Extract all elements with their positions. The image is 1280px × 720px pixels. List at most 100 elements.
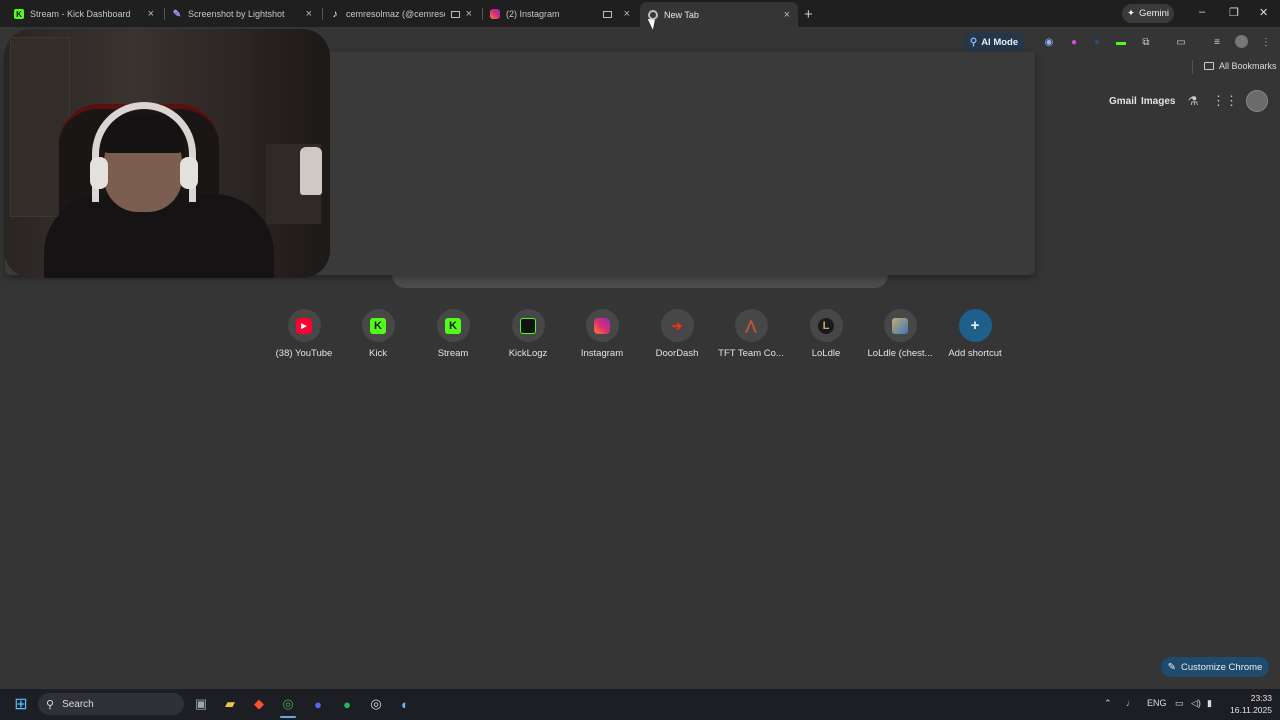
tab-title: Screenshot by Lightshot (188, 9, 285, 19)
close-icon[interactable]: × (784, 9, 790, 21)
all-bookmarks-button[interactable]: All Bookmarks (1204, 61, 1277, 71)
volume-icon[interactable]: ◁) (1191, 698, 1201, 709)
shortcut-label: KickLogz (508, 348, 548, 359)
shortcut-tile (511, 309, 545, 342)
shortcut-instagram[interactable]: Instagram (565, 309, 639, 359)
kick-icon: K (445, 317, 461, 334)
file-explorer-icon[interactable]: ▰ (219, 693, 241, 715)
close-icon[interactable]: × (148, 8, 154, 20)
shortcut-tile: + (958, 309, 992, 342)
clock-time: 23:33 (1250, 693, 1272, 703)
shortcut-tile: ➔ (660, 309, 694, 342)
active-app-indicator (280, 716, 296, 718)
instagram-icon (490, 9, 500, 19)
labs-icon[interactable]: ⚗ (1187, 94, 1199, 108)
windows-start-icon[interactable]: ⊞ (10, 693, 32, 715)
profile-avatar[interactable] (1235, 35, 1248, 48)
discord-icon[interactable]: ● (307, 693, 329, 715)
media-controls-icon[interactable]: ≡ (1211, 36, 1223, 48)
gemini-label: Gemini (1138, 8, 1170, 19)
extension-icon[interactable]: ▬ (1115, 36, 1127, 48)
close-window-button[interactable]: ✕ (1259, 6, 1268, 19)
language-indicator[interactable]: ENG (1147, 698, 1167, 708)
instagram-icon (594, 317, 610, 334)
apps-icon[interactable]: ⋮⋮ (1212, 93, 1238, 108)
shortcut-doordash[interactable]: ➔ DoorDash (640, 309, 714, 359)
shortcut-youtube[interactable]: ▶ (38) YouTube (267, 309, 341, 359)
bookmarks-label: All Bookmarks (1219, 61, 1277, 71)
close-icon[interactable]: × (466, 8, 472, 20)
tab-tiktok[interactable]: ♪ cemresolmaz (@cemresolm × (322, 3, 480, 25)
shortcut-loldle[interactable]: L LoLdle (789, 309, 863, 359)
shortcut-label: Add shortcut (948, 348, 1002, 359)
media-icon[interactable] (602, 10, 612, 18)
puzzle-icon[interactable]: ⧉ (1140, 36, 1152, 48)
taskbar-search[interactable]: ⚲ Search (38, 693, 184, 715)
close-icon[interactable]: × (624, 8, 630, 20)
customize-chrome-button[interactable]: ✎ Customize Chrome (1161, 657, 1269, 677)
system-clock[interactable]: 23:33 16.11.2025 (1222, 692, 1272, 716)
shortcut-label: TFT Team Co... (718, 348, 784, 359)
youtube-icon: ▶ (296, 317, 312, 334)
gemini-button[interactable]: ✦ Gemini (1122, 4, 1174, 23)
taskbar-search-label: Search (62, 698, 94, 710)
shortcut-kick[interactable]: K Kick (341, 309, 415, 359)
shortcut-tile: K (436, 309, 470, 342)
media-icon[interactable] (450, 10, 460, 18)
network-icon[interactable]: ▭ (1175, 698, 1184, 709)
menu-icon[interactable]: ⋮ (1260, 36, 1272, 48)
minimize-button[interactable]: – (1199, 6, 1205, 18)
shortcut-label: (38) YouTube (275, 348, 333, 359)
sparkle-icon: ✦ (1126, 8, 1135, 19)
shortcut-kicklogz[interactable]: KickLogz (491, 309, 565, 359)
webcam-headphones (92, 102, 196, 202)
tab-lightshot[interactable]: ✎ Screenshot by Lightshot × (164, 3, 320, 25)
extension-icon[interactable]: ● (1091, 36, 1103, 48)
close-icon[interactable]: × (306, 8, 312, 20)
spotify-icon[interactable]: ● (336, 693, 358, 715)
folder-icon (1204, 62, 1214, 70)
audio-icon[interactable]: ◉ (1043, 36, 1055, 48)
images-link[interactable]: Images (1141, 96, 1175, 107)
shortcut-loldle-chest[interactable]: LoLdle (chest... (863, 309, 937, 359)
shortcut-label: DoorDash (655, 348, 699, 359)
extension-icon[interactable]: ● (1068, 36, 1080, 48)
battery-icon[interactable]: ▮ (1207, 698, 1212, 709)
microphone-icon[interactable]: ♩ (1126, 698, 1135, 708)
task-view-icon[interactable]: ▣ (190, 693, 212, 715)
shortcut-tft[interactable]: ⋀ TFT Team Co... (714, 309, 788, 359)
account-avatar[interactable] (1246, 90, 1268, 112)
chrome-icon[interactable]: ◎ (277, 693, 299, 715)
sidepanel-icon[interactable]: ▭ (1175, 36, 1187, 48)
shortcut-tile: L (809, 309, 843, 342)
webcam-overlay (4, 29, 330, 278)
webcam-bottle (300, 147, 322, 195)
brave-icon[interactable]: ◆ (248, 693, 270, 715)
pencil-icon: ✎ (1167, 661, 1177, 673)
kick-icon: K (14, 9, 24, 19)
obs-icon[interactable]: ◎ (365, 693, 387, 715)
shortcut-stream[interactable]: K Stream (416, 309, 490, 359)
steam-icon[interactable]: ◐ (394, 693, 416, 715)
clock-date: 16.11.2025 (1230, 705, 1272, 715)
shortcut-tile: ⋀ (734, 309, 768, 342)
restore-button[interactable]: ❐ (1229, 6, 1239, 19)
doordash-icon: ➔ (671, 318, 683, 333)
new-tab-button[interactable]: + (804, 6, 813, 23)
search-icon: ⚲ (46, 698, 55, 711)
shortcut-add[interactable]: + Add shortcut (938, 309, 1012, 359)
tab-kick-dashboard[interactable]: K Stream - Kick Dashboard × (6, 3, 162, 25)
tab-title: (2) Instagram (506, 9, 560, 19)
loldle-chest-icon (892, 317, 908, 334)
shortcut-label: LoLdle (811, 348, 841, 359)
feather-icon: ✎ (172, 8, 182, 20)
tab-instagram[interactable]: (2) Instagram × (482, 3, 638, 25)
shortcut-label: Instagram (580, 348, 624, 359)
tab-title: cemresolmaz (@cemresolm (346, 9, 445, 19)
chevron-up-icon[interactable]: ⌃ (1104, 698, 1112, 709)
tiktok-icon: ♪ (332, 8, 338, 20)
ai-mode-button[interactable]: ⚲ AI Mode (963, 33, 1025, 51)
tab-new-tab[interactable]: New Tab × (640, 2, 798, 27)
search-sparkle-icon: ⚲ (969, 36, 978, 48)
gmail-link[interactable]: Gmail (1109, 96, 1137, 107)
